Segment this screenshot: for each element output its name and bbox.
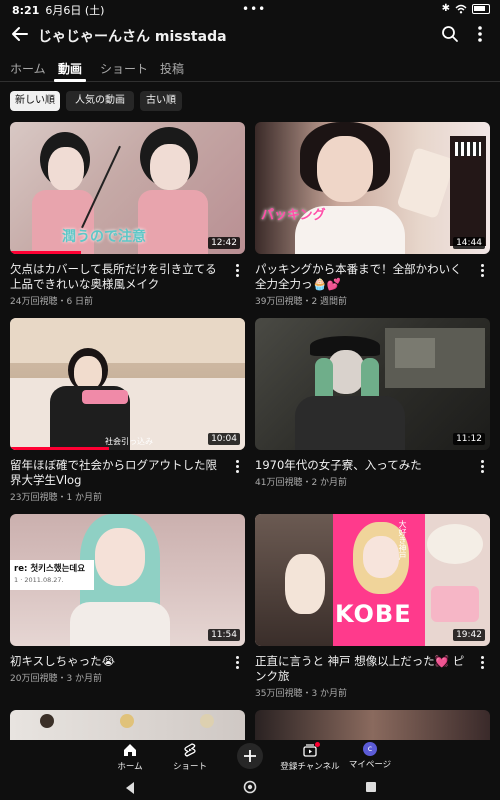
- video-thumbnail[interactable]: KOBE 大好き神戸 19:42: [255, 514, 490, 646]
- duration-badge: 14:44: [453, 237, 485, 249]
- video-card-3[interactable]: 社会引っ込み 10:04 留年ほぼ確で社会からログアウトした限界大学生Vlog …: [10, 318, 245, 503]
- channel-title: じゃじゃーんさん misstada: [38, 29, 227, 45]
- duration-badge: 11:54: [208, 629, 240, 641]
- shorts-icon: [184, 743, 196, 757]
- duration-badge: 11:12: [453, 433, 485, 445]
- video-thumbnail[interactable]: 潤うので注意 12:42: [10, 122, 245, 254]
- system-home-icon[interactable]: [243, 780, 257, 794]
- video-meta: 24万回視聴・6 日前: [10, 297, 94, 307]
- duration-badge: 12:42: [208, 237, 240, 249]
- chip-oldest[interactable]: 古い順: [140, 91, 182, 111]
- create-icon: [244, 750, 256, 762]
- video-title[interactable]: 1970年代の女子寮、入ってみた: [255, 458, 470, 473]
- status-dots: •••: [242, 2, 267, 16]
- tab-posts[interactable]: 投稿: [160, 60, 184, 77]
- tab-home[interactable]: ホーム: [10, 60, 46, 77]
- nav-shorts[interactable]: ショート: [155, 742, 225, 772]
- thumbnail-caption: パッキング: [261, 208, 326, 223]
- video-thumbnail[interactable]: 社会引っ込み 10:04: [10, 318, 245, 450]
- nav-my-page[interactable]: c マイページ: [335, 742, 405, 770]
- battery-icon: [472, 3, 490, 14]
- video-meta: 35万回視聴・3 か月前: [255, 689, 348, 699]
- tab-shorts[interactable]: ショート: [100, 60, 148, 77]
- video-card-6[interactable]: KOBE 大好き神戸 19:42 正直に言うと 神戸 想像以上だった💓 ピンク旅…: [255, 514, 490, 699]
- video-menu-icon[interactable]: [232, 263, 242, 279]
- create-button[interactable]: [237, 743, 263, 769]
- overlay-card-sub: 1 · 2011.08.27.: [14, 576, 64, 584]
- video-title[interactable]: 初キスしちゃった😭: [10, 654, 225, 669]
- video-menu-icon[interactable]: [477, 459, 487, 475]
- watch-progress-bar: [10, 447, 109, 450]
- video-card-5[interactable]: re: 첫키스했는데요 1 · 2011.08.27. 11:54 初キスしちゃ…: [10, 514, 245, 699]
- thumbnail-caption: 社会引っ込み: [105, 437, 153, 446]
- notification-dot: [315, 742, 320, 747]
- chip-popular[interactable]: 人気の動画: [66, 91, 134, 111]
- video-thumbnail-partial[interactable]: [10, 710, 245, 740]
- channel-tabs: ホーム 動画 ショート 投稿: [0, 54, 500, 82]
- tab-videos[interactable]: 動画: [58, 60, 82, 77]
- chip-newest[interactable]: 新しい順: [10, 91, 60, 111]
- video-menu-icon[interactable]: [477, 263, 487, 279]
- video-menu-icon[interactable]: [232, 459, 242, 475]
- video-card-2[interactable]: パッキング 14:44 パッキングから本番まで！全部かわいく全力全力っ🧁💕 39…: [255, 122, 490, 307]
- bluetooth-icon: ✱: [441, 3, 450, 14]
- thumbnail-kobe-text: KOBE: [335, 600, 412, 628]
- status-bar: 8:21 6月6日 (土) ••• ✱: [0, 0, 500, 20]
- avatar-icon: c: [363, 742, 377, 756]
- nav-my-page-label: マイページ: [348, 760, 392, 770]
- more-vert-icon[interactable]: [470, 24, 490, 44]
- system-back-icon[interactable]: [124, 781, 136, 795]
- status-icons: ✱: [442, 3, 490, 14]
- video-menu-icon[interactable]: [477, 655, 487, 671]
- tab-indicator: [54, 79, 86, 82]
- nav-home-label: ホーム: [117, 762, 143, 772]
- video-card-4[interactable]: 11:12 1970年代の女子寮、入ってみた 41万回視聴・2 か月前: [255, 318, 490, 503]
- video-title[interactable]: 欠点はカバーして長所だけを引き立てる上品できれいな奥様風メイク: [10, 262, 225, 292]
- video-card-1[interactable]: 潤うので注意 12:42 欠点はカバーして長所だけを引き立てる上品できれいな奥様…: [10, 122, 245, 307]
- system-recents-icon[interactable]: [365, 781, 377, 793]
- status-time: 8:21: [12, 3, 40, 17]
- video-title[interactable]: 正直に言うと 神戸 想像以上だった💓 ピンク旅: [255, 654, 470, 684]
- app-header: じゃじゃーんさん misstada: [0, 22, 500, 48]
- search-icon[interactable]: [440, 24, 460, 44]
- wifi-icon: [455, 4, 467, 13]
- video-thumbnail[interactable]: パッキング 14:44: [255, 122, 490, 254]
- video-thumbnail[interactable]: re: 첫키스했는데요 1 · 2011.08.27. 11:54: [10, 514, 245, 646]
- back-arrow-icon[interactable]: [10, 23, 30, 45]
- video-thumbnail[interactable]: 11:12: [255, 318, 490, 450]
- duration-badge: 10:04: [208, 433, 240, 445]
- video-thumbnail-partial[interactable]: [255, 710, 490, 740]
- bottom-navigation: ホーム ショート 登録チャンネル c マイページ: [0, 740, 500, 774]
- watch-progress-bar: [10, 251, 81, 254]
- status-date: 6月6日 (土): [45, 4, 105, 17]
- video-menu-icon[interactable]: [232, 655, 242, 671]
- overlay-card-title: re: 첫키스했는데요: [14, 564, 86, 574]
- nav-subscriptions-label: 登録チャンネル: [280, 762, 340, 772]
- thumbnail-side-text: 大好き神戸: [398, 520, 407, 560]
- thumbnail-caption: 潤うので注意: [62, 229, 146, 245]
- nav-shorts-label: ショート: [172, 762, 207, 772]
- video-meta: 23万回視聴・1 か月前: [10, 493, 103, 503]
- video-meta: 39万回視聴・2 週間前: [255, 297, 348, 307]
- home-icon: [124, 744, 136, 756]
- duration-badge: 19:42: [453, 629, 485, 641]
- video-meta: 20万回視聴・3 か月前: [10, 674, 103, 684]
- system-navigation: [0, 776, 500, 800]
- video-title[interactable]: パッキングから本番まで！全部かわいく全力全力っ🧁💕: [255, 262, 470, 292]
- video-meta: 41万回視聴・2 か月前: [255, 478, 348, 488]
- video-title[interactable]: 留年ほぼ確で社会からログアウトした限界大学生Vlog: [10, 458, 225, 488]
